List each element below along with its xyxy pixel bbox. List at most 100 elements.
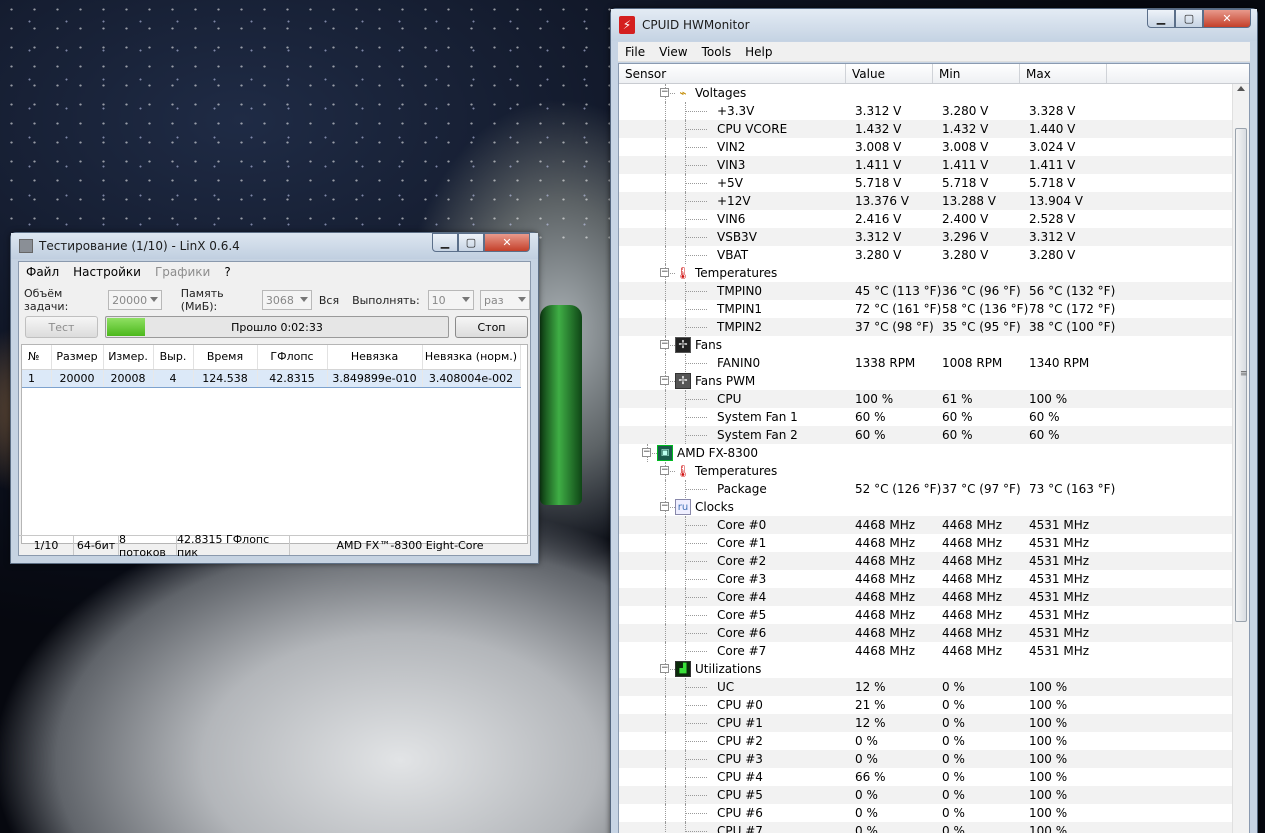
sensor-row[interactable]: CPU #1 12 % 0 % 100 % (619, 714, 1232, 732)
memory-combo[interactable]: 3068 (261, 290, 312, 310)
minimize-icon[interactable]: ▁ (1147, 9, 1175, 28)
col-align[interactable]: Выр. (153, 345, 194, 370)
test-button[interactable]: Тест (25, 316, 98, 338)
sensor-row[interactable]: VSB3V 3.312 V 3.296 V 3.312 V (619, 228, 1232, 246)
status-threads: 8 потоков (119, 533, 177, 559)
sensor-row[interactable]: Core #5 4468 MHz 4468 MHz 4531 MHz (619, 606, 1232, 624)
sensor-name: TMPIN0 (717, 284, 763, 298)
sensor-row[interactable]: System Fan 2 60 % 60 % 60 % (619, 426, 1232, 444)
run-unit-combo[interactable]: раз (480, 290, 531, 310)
sensor-row[interactable]: VIN2 3.008 V 3.008 V 3.024 V (619, 138, 1232, 156)
sensor-row[interactable]: Core #0 4468 MHz 4468 MHz 4531 MHz (619, 516, 1232, 534)
stop-button[interactable]: Стоп (455, 316, 528, 338)
tree-line (665, 822, 666, 833)
problem-size-combo[interactable]: 20000 (108, 290, 162, 310)
tree-line (665, 552, 666, 570)
sensor-row[interactable]: Core #6 4468 MHz 4468 MHz 4531 MHz (619, 624, 1232, 642)
sensor-row[interactable]: FANIN0 1338 RPM 1008 RPM 1340 RPM (619, 354, 1232, 372)
sensor-row[interactable]: VIN3 1.411 V 1.411 V 1.411 V (619, 156, 1232, 174)
sensor-row[interactable]: CPU 100 % 61 % 100 % (619, 390, 1232, 408)
tree-group-row[interactable]: − ▣ AMD FX-8300 (619, 444, 1232, 462)
close-icon[interactable]: ✕ (1203, 9, 1251, 28)
collapse-icon[interactable]: − (660, 376, 669, 385)
menu-file[interactable]: Файл (19, 265, 66, 279)
collapse-icon[interactable]: − (660, 664, 669, 673)
sensor-row[interactable]: +5V 5.718 V 5.718 V 5.718 V (619, 174, 1232, 192)
close-icon[interactable]: ✕ (484, 233, 530, 252)
sensor-max: 38 °C (100 °F) (1029, 320, 1116, 334)
sensor-row[interactable]: CPU #2 0 % 0 % 100 % (619, 732, 1232, 750)
sensor-row[interactable]: Core #4 4468 MHz 4468 MHz 4531 MHz (619, 588, 1232, 606)
sensor-row[interactable]: TMPIN1 72 °C (161 °F) 58 °C (136 °F) 78 °C … (619, 300, 1232, 318)
col-residual-norm[interactable]: Невязка (норм.) (422, 345, 521, 370)
sensor-tree[interactable]: Sensor Value Min Max − ⌁ Voltages +3.3V 3.31… (618, 63, 1250, 833)
tree-group-row[interactable]: − ru Clocks (619, 498, 1232, 516)
col-sensor[interactable]: Sensor (619, 64, 846, 83)
sensor-row[interactable]: Core #2 4468 MHz 4468 MHz 4531 MHz (619, 552, 1232, 570)
sensor-max: 78 °C (172 °F) (1029, 302, 1116, 316)
sensor-row[interactable]: CPU #0 21 % 0 % 100 % (619, 696, 1232, 714)
col-value[interactable]: Value (846, 64, 933, 83)
col-residual[interactable]: Невязка (327, 345, 423, 370)
maximize-icon[interactable]: ▢ (1175, 9, 1203, 28)
sensor-row[interactable]: Core #1 4468 MHz 4468 MHz 4531 MHz (619, 534, 1232, 552)
col-time[interactable]: Время (193, 345, 258, 370)
chevron-down-icon (299, 297, 308, 302)
sensor-row[interactable]: +12V 13.376 V 13.288 V 13.904 V (619, 192, 1232, 210)
sensor-min: 36 °C (96 °F) (942, 284, 1021, 298)
results-table[interactable]: № Размер Измер. Выр. Время ГФлопс Невязк… (21, 344, 528, 544)
col-max[interactable]: Max (1020, 64, 1107, 83)
scroll-thumb[interactable]: ≡ (1235, 128, 1248, 622)
tree-group-row[interactable]: − ⌁ Voltages (619, 84, 1232, 102)
collapse-icon[interactable]: − (660, 466, 669, 475)
run-times-combo[interactable]: 10 (427, 290, 474, 310)
table-row[interactable]: 1 20000 20008 4 124.538 42.8315 3.849899… (22, 368, 521, 388)
sensor-row[interactable]: UC 12 % 0 % 100 % (619, 678, 1232, 696)
sensor-row[interactable]: VIN6 2.416 V 2.400 V 2.528 V (619, 210, 1232, 228)
col-number[interactable]: № (22, 345, 52, 370)
menu-help[interactable]: Help (738, 45, 779, 59)
sensor-row[interactable]: TMPIN0 45 °C (113 °F) 36 °C (96 °F) 56 °C (… (619, 282, 1232, 300)
tree-group-row[interactable]: − 🌡 Temperatures (619, 462, 1232, 480)
sensor-row[interactable]: TMPIN2 37 °C (98 °F) 35 °C (95 °F) 38 °C (1… (619, 318, 1232, 336)
menu-tools[interactable]: Tools (695, 45, 739, 59)
sensor-row[interactable]: CPU #5 0 % 0 % 100 % (619, 786, 1232, 804)
sensor-row[interactable]: Package 52 °C (126 °F) 37 °C (97 °F) 73 °C … (619, 480, 1232, 498)
group-label: Utilizations (695, 662, 762, 676)
sensor-row[interactable]: CPU #6 0 % 0 % 100 % (619, 804, 1232, 822)
sensor-row[interactable]: CPU VCORE 1.432 V 1.432 V 1.440 V (619, 120, 1232, 138)
col-min[interactable]: Min (933, 64, 1020, 83)
col-dim[interactable]: Измер. (103, 345, 154, 370)
col-gflops[interactable]: ГФлопс (257, 345, 328, 370)
minimize-icon[interactable]: ▁ (432, 233, 458, 252)
sensor-row[interactable]: CPU #3 0 % 0 % 100 % (619, 750, 1232, 768)
tree-group-row[interactable]: − ✢ Fans PWM (619, 372, 1232, 390)
sensor-row[interactable]: CPU #4 66 % 0 % 100 % (619, 768, 1232, 786)
tree-group-row[interactable]: − ✢ Fans (619, 336, 1232, 354)
menu-graphs[interactable]: Графики (148, 265, 217, 279)
tree-group-row[interactable]: − ▟ Utilizations (619, 660, 1232, 678)
scroll-up-icon[interactable] (1237, 86, 1245, 91)
collapse-icon[interactable]: − (660, 88, 669, 97)
linx-parameters: Объём задачи: 20000 Память (МиБ): 3068 В… (19, 287, 531, 313)
sensor-row[interactable]: System Fan 1 60 % 60 % 60 % (619, 408, 1232, 426)
sensor-row[interactable]: +3.3V 3.312 V 3.280 V 3.328 V (619, 102, 1232, 120)
collapse-icon[interactable]: − (660, 340, 669, 349)
vertical-scrollbar[interactable]: ≡ (1232, 84, 1249, 833)
menu-view[interactable]: View (652, 45, 694, 59)
sensor-row[interactable]: VBAT 3.280 V 3.280 V 3.280 V (619, 246, 1232, 264)
menu-help[interactable]: ? (217, 265, 237, 279)
menu-settings[interactable]: Настройки (66, 265, 148, 279)
menu-file[interactable]: File (618, 45, 652, 59)
memory-all-checkbox-label[interactable]: Вся (319, 294, 339, 307)
sensor-row[interactable]: CPU #7 0 % 0 % 100 % (619, 822, 1232, 833)
tree-group-row[interactable]: − 🌡 Temperatures (619, 264, 1232, 282)
collapse-icon[interactable]: − (660, 502, 669, 511)
sensor-row[interactable]: Core #3 4468 MHz 4468 MHz 4531 MHz (619, 570, 1232, 588)
cell-dim: 20008 (103, 368, 154, 388)
collapse-icon[interactable]: − (642, 448, 651, 457)
collapse-icon[interactable]: − (660, 268, 669, 277)
sensor-row[interactable]: Core #7 4468 MHz 4468 MHz 4531 MHz (619, 642, 1232, 660)
col-size[interactable]: Размер (51, 345, 104, 370)
maximize-icon[interactable]: ▢ (458, 233, 484, 252)
